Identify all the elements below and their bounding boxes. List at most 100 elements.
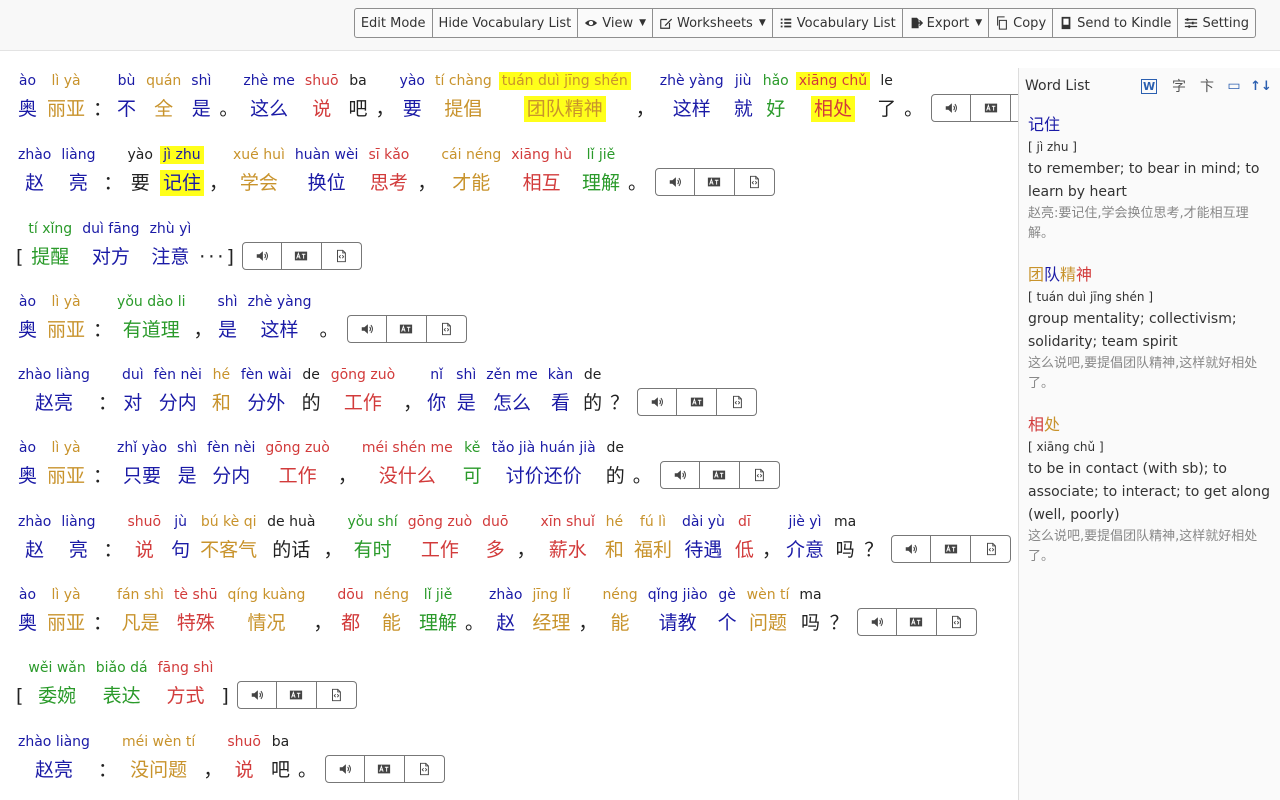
translate-button[interactable] <box>386 315 427 343</box>
hanzi-word[interactable]: 表达 <box>103 683 141 709</box>
hanzi-word[interactable]: 吧 <box>271 757 290 783</box>
hanzi-word[interactable]: 讨价还价 <box>506 463 582 489</box>
hanzi-word[interactable]: 赵亮 <box>35 390 73 416</box>
hanzi-word[interactable]: 亮 <box>69 170 88 196</box>
edit-mode-button[interactable]: Edit Mode <box>353 8 433 38</box>
hanzi-word[interactable]: 和 <box>605 537 624 563</box>
translate-button[interactable] <box>896 608 937 636</box>
copy-sentence-button[interactable] <box>316 681 357 709</box>
hanzi-word[interactable]: 方式 <box>166 683 204 709</box>
hanzi-word[interactable]: 奥 <box>18 610 37 636</box>
copy-sentence-button[interactable] <box>971 535 1012 563</box>
hanzi-word[interactable]: 就 <box>734 96 753 122</box>
hanzi-word[interactable]: 不客气 <box>200 537 257 563</box>
play-audio-button[interactable] <box>241 242 282 270</box>
hanzi-word[interactable]: 说 <box>235 757 254 783</box>
hanzi-word[interactable]: 说 <box>135 537 154 563</box>
hanzi-word[interactable]: 薪水 <box>549 537 587 563</box>
hanzi-word[interactable]: 都 <box>341 610 360 636</box>
hanzi-word[interactable]: 只要 <box>123 463 161 489</box>
hanzi-word[interactable]: 这样 <box>673 96 711 122</box>
hanzi-word[interactable]: 丽亚 <box>47 96 85 122</box>
play-audio-button[interactable] <box>659 461 700 489</box>
hanzi-word[interactable]: 请教 <box>659 610 697 636</box>
hanzi-word[interactable]: 要 <box>403 96 422 122</box>
hanzi-word[interactable]: 分内 <box>212 463 250 489</box>
hanzi-word[interactable]: 情况 <box>247 610 285 636</box>
hanzi-word[interactable]: 低 <box>735 537 754 563</box>
hanzi-word[interactable]: 有道理 <box>123 317 180 343</box>
hanzi-word[interactable]: 没什么 <box>379 463 436 489</box>
copy-sentence-button[interactable] <box>404 755 445 783</box>
hanzi-word[interactable]: 相处 <box>810 96 855 122</box>
hanzi-word[interactable]: 凡是 <box>121 610 159 636</box>
worksheets-button[interactable]: Worksheets ▼ <box>653 8 773 38</box>
translate-button[interactable] <box>931 535 972 563</box>
entry-word[interactable]: 相处 <box>1028 412 1270 438</box>
word-doc-button[interactable]: W <box>1140 78 1158 94</box>
setting-button[interactable]: Setting <box>1178 8 1256 38</box>
hanzi-word[interactable]: 要 <box>131 170 150 196</box>
hanzi-word[interactable]: 看 <box>551 390 570 416</box>
hanzi-word[interactable]: 才能 <box>452 170 490 196</box>
hanzi-word[interactable]: 介意 <box>786 537 824 563</box>
hanzi-word[interactable]: 亮 <box>69 537 88 563</box>
translate-button[interactable] <box>694 168 735 196</box>
hanzi-word[interactable]: 能 <box>611 610 630 636</box>
hanzi-word[interactable]: 赵 <box>25 170 44 196</box>
hanzi-word[interactable]: 不 <box>117 96 136 122</box>
hanzi-word[interactable]: 的 <box>302 390 321 416</box>
copy-button[interactable]: Copy <box>989 8 1054 38</box>
hanzi-word[interactable]: 思考 <box>370 170 408 196</box>
hanzi-word[interactable]: 相互 <box>523 170 561 196</box>
translate-button[interactable] <box>971 94 1012 122</box>
hanzi-word[interactable]: 提倡 <box>444 96 482 122</box>
translate-button[interactable] <box>699 461 740 489</box>
copy-sentence-button[interactable] <box>739 461 780 489</box>
send-to-kindle-button[interactable]: Send to Kindle <box>1053 8 1179 38</box>
hanzi-word[interactable]: 说 <box>312 96 331 122</box>
hanzi-word[interactable]: 奥 <box>18 317 37 343</box>
stroke-button[interactable]: 卞 <box>1199 78 1215 95</box>
hanzi-word[interactable]: 工作 <box>421 537 459 563</box>
hanzi-word[interactable]: 全 <box>154 96 173 122</box>
hanzi-word[interactable]: 对方 <box>92 244 130 270</box>
hanzi-word[interactable]: 福利 <box>634 537 672 563</box>
hanzi-word[interactable]: 赵 <box>25 537 44 563</box>
translate-button[interactable] <box>281 242 322 270</box>
play-audio-button[interactable] <box>346 315 387 343</box>
entry-word[interactable]: 团队精神 <box>1028 262 1270 288</box>
hanzi-word[interactable]: 赵亮 <box>35 757 73 783</box>
translate-button[interactable] <box>364 755 405 783</box>
play-audio-button[interactable] <box>931 94 972 122</box>
hanzi-word[interactable]: 和 <box>212 390 231 416</box>
hanzi-word[interactable]: 了 <box>877 96 896 122</box>
hanzi-word[interactable]: 团队精神 <box>523 96 606 122</box>
play-audio-button[interactable] <box>637 388 678 416</box>
play-audio-button[interactable] <box>891 535 932 563</box>
hanzi-word[interactable]: 待遇 <box>684 537 722 563</box>
play-audio-button[interactable] <box>324 755 365 783</box>
hanzi-word[interactable]: 个 <box>718 610 737 636</box>
hanzi-word[interactable]: 理解 <box>419 610 457 636</box>
card-button[interactable]: ▭ <box>1226 78 1242 94</box>
translate-button[interactable] <box>276 681 317 709</box>
hanzi-word[interactable]: 分内 <box>159 390 197 416</box>
hanzi-word[interactable]: 委婉 <box>38 683 76 709</box>
entry-word[interactable]: 记住 <box>1028 112 1270 138</box>
hanzi-word[interactable]: 吧 <box>349 96 368 122</box>
copy-sentence-button[interactable] <box>734 168 775 196</box>
hanzi-word[interactable]: 特殊 <box>177 610 215 636</box>
hanzi-word[interactable]: 奥 <box>18 463 37 489</box>
hanzi-word[interactable]: 可 <box>463 463 482 489</box>
hanzi-word[interactable]: 是 <box>192 96 211 122</box>
hanzi-word[interactable]: 工作 <box>344 390 382 416</box>
hanzi-word[interactable]: 没问题 <box>130 757 187 783</box>
hanzi-word[interactable]: 吗 <box>836 537 855 563</box>
hanzi-word[interactable]: 的话 <box>272 537 310 563</box>
hanzi-word[interactable]: 是 <box>457 390 476 416</box>
export-button[interactable]: Export ▼ <box>902 8 990 38</box>
hanzi-word[interactable]: 分外 <box>247 390 285 416</box>
hanzi-word[interactable]: 吗 <box>801 610 820 636</box>
view-button[interactable]: View ▼ <box>578 8 654 38</box>
